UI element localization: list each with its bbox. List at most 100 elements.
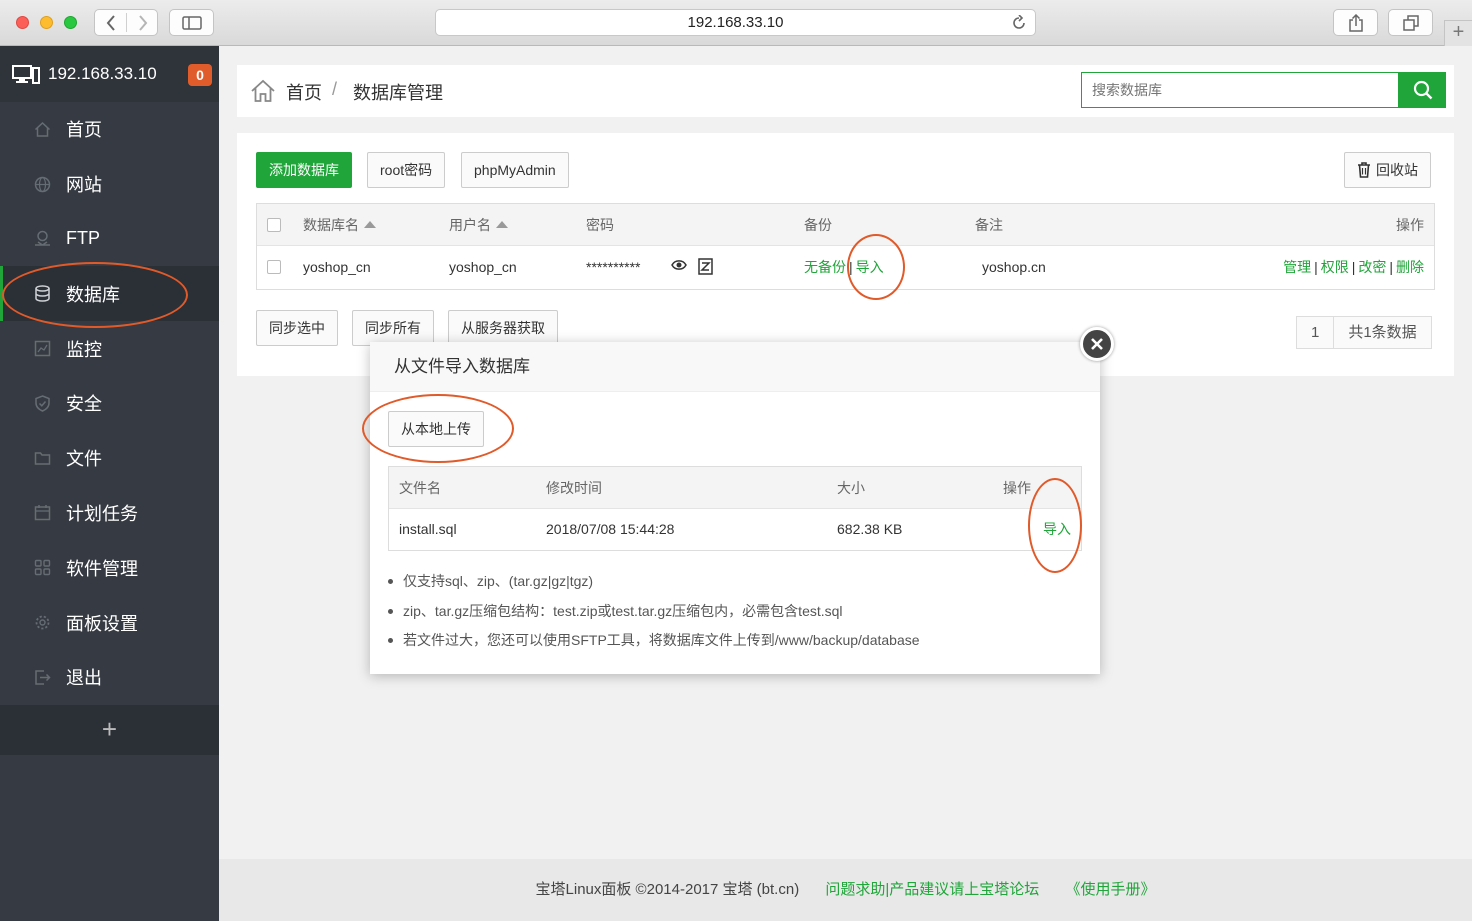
sidebar-item-home[interactable]: 首页: [0, 102, 219, 157]
upload-local-button[interactable]: 从本地上传: [388, 411, 484, 447]
sidebar-item-cron[interactable]: 计划任务: [0, 486, 219, 541]
file-import-link[interactable]: 导入: [1043, 509, 1071, 550]
breadcrumb-home-link[interactable]: 首页: [286, 79, 322, 105]
row-checkbox[interactable]: [267, 260, 281, 274]
search-button[interactable]: [1399, 72, 1446, 108]
minimize-window-button[interactable]: [40, 16, 53, 29]
copy-password-icon[interactable]: [698, 258, 713, 275]
server-header: 192.168.33.10 0: [0, 46, 219, 102]
delete-link[interactable]: 删除: [1396, 259, 1424, 275]
no-backup-link[interactable]: 无备份: [804, 259, 846, 275]
share-icon: [1348, 13, 1363, 32]
fetch-from-server-button[interactable]: 从服务器获取: [448, 310, 558, 346]
sidebar-item-settings[interactable]: 面板设置: [0, 595, 219, 650]
sidebar-toggle-button[interactable]: [169, 9, 214, 36]
back-button[interactable]: [95, 10, 126, 35]
mtime-header: 修改时间: [546, 480, 602, 496]
ftp-icon: [34, 230, 51, 247]
sidebar-item-software[interactable]: 软件管理: [0, 540, 219, 595]
sort-up-icon: [496, 220, 508, 228]
root-password-button[interactable]: root密码: [367, 152, 446, 188]
sidebar-item-website[interactable]: 网站: [0, 157, 219, 212]
tabs-icon: [1402, 14, 1419, 31]
sort-by-name-header[interactable]: 数据库名: [303, 204, 376, 246]
manage-link[interactable]: 管理: [1283, 259, 1311, 275]
chevron-left-icon: [106, 14, 115, 31]
computer-icon: [12, 65, 40, 84]
calendar-icon: [34, 504, 51, 521]
recycle-bin-button[interactable]: 回收站: [1344, 152, 1431, 188]
logout-icon: [34, 669, 51, 686]
search-input[interactable]: [1081, 72, 1399, 108]
sort-by-user-header[interactable]: 用户名: [449, 204, 508, 246]
sidebar-item-files[interactable]: 文件: [0, 431, 219, 486]
grid-icon: [34, 559, 51, 576]
notice-badge[interactable]: 0: [188, 64, 212, 86]
file-mtime: 2018/07/08 15:44:28: [546, 521, 675, 537]
address-bar[interactable]: 192.168.33.10: [435, 9, 1036, 36]
trash-icon: [1358, 162, 1370, 178]
close-window-button[interactable]: [16, 16, 29, 29]
home-icon: [34, 121, 51, 138]
database-icon: [34, 285, 51, 303]
zoom-window-button[interactable]: [64, 16, 77, 29]
history-nav: [94, 9, 158, 36]
backup-header: 备份: [804, 217, 832, 233]
breadcrumb-current: 数据库管理: [353, 83, 443, 103]
modal-close-button[interactable]: [1080, 327, 1114, 361]
forum-link[interactable]: 问题求助|产品建议请上宝塔论坛: [825, 881, 1039, 898]
modal-title: 从文件导入数据库: [370, 342, 1100, 392]
page-number[interactable]: 1: [1297, 317, 1334, 348]
sort-up-icon: [364, 220, 376, 228]
import-database-modal: 从文件导入数据库 从本地上传 文件名 修改时间 大小 操作 install.sq…: [370, 342, 1100, 674]
add-server-button[interactable]: +: [0, 704, 219, 755]
import-link[interactable]: 导入: [856, 259, 884, 275]
sidebar: 192.168.33.10 0 首页 网站 FTP 数据库 监控 安全 文件 计…: [0, 46, 219, 921]
sidebar-item-database[interactable]: 数据库: [0, 266, 219, 322]
gear-icon: [34, 614, 51, 631]
share-button[interactable]: [1333, 9, 1378, 36]
show-tabs-button[interactable]: [1388, 9, 1433, 36]
sidebar-item-ftp[interactable]: FTP: [0, 212, 219, 267]
table-row: yoshop_cn yoshop_cn ********** 无备份 | 导入 yo…: [257, 246, 1434, 289]
copyright: 宝塔Linux面板 ©2014-2017 宝塔 (bt.cn): [535, 881, 800, 898]
change-password-link[interactable]: 改密: [1358, 259, 1386, 275]
sidebar-item-logout[interactable]: 退出: [0, 650, 219, 705]
db-user: yoshop_cn: [449, 259, 517, 275]
phpmyadmin-button[interactable]: phpMyAdmin: [461, 152, 569, 188]
db-note[interactable]: yoshop.cn: [982, 246, 1046, 288]
sidebar-icon: [181, 15, 202, 30]
add-database-button[interactable]: 添加数据库: [256, 152, 352, 188]
size-header: 大小: [837, 480, 865, 496]
breadcrumb-separator: /: [332, 79, 338, 99]
shield-icon: [34, 395, 51, 412]
total-count: 共1条数据: [1333, 317, 1431, 348]
ops-header: 操作: [1396, 217, 1424, 233]
select-all-checkbox[interactable]: [267, 218, 281, 232]
home-icon[interactable]: [250, 78, 276, 104]
manual-link[interactable]: 《使用手册》: [1065, 881, 1155, 898]
ops-header: 操作: [1003, 480, 1031, 496]
sidebar-item-security[interactable]: 安全: [0, 376, 219, 431]
database-table: 数据库名 用户名 密码 备份 备注 操作 yoshop_cn yoshop_cn…: [256, 203, 1435, 290]
sync-all-button[interactable]: 同步所有: [352, 310, 434, 346]
tip-item: 若文件过大，您还可以使用SFTP工具，将数据库文件上传到/www/backup/…: [388, 628, 920, 658]
permission-link[interactable]: 权限: [1321, 259, 1349, 275]
close-icon: [1091, 338, 1103, 350]
folder-icon: [34, 450, 51, 467]
sidebar-item-monitor[interactable]: 监控: [0, 321, 219, 376]
tip-item: zip、tar.gz压缩包结构：test.zip或test.tar.gz压缩包内…: [388, 599, 920, 629]
file-table: 文件名 修改时间 大小 操作 install.sql 2018/07/08 15…: [388, 466, 1082, 551]
pagination: 1 共1条数据: [1296, 316, 1432, 349]
forward-button[interactable]: [127, 10, 158, 35]
table-header: 数据库名 用户名 密码 备份 备注 操作: [257, 204, 1434, 246]
password-header: 密码: [586, 217, 614, 233]
tip-item: 仅支持sql、zip、(tar.gz|gz|tgz): [388, 569, 920, 599]
sync-selected-button[interactable]: 同步选中: [256, 310, 338, 346]
new-tab-button[interactable]: +: [1444, 20, 1472, 46]
sidebar-menu: 首页 网站 FTP 数据库 监控 安全 文件 计划任务 软件管理 面板设置 退出: [0, 102, 219, 705]
import-tips: 仅支持sql、zip、(tar.gz|gz|tgz) zip、tar.gz压缩包…: [388, 569, 920, 658]
reload-icon[interactable]: [1011, 10, 1027, 38]
eye-icon[interactable]: [671, 259, 687, 271]
server-address: 192.168.33.10: [48, 64, 157, 83]
